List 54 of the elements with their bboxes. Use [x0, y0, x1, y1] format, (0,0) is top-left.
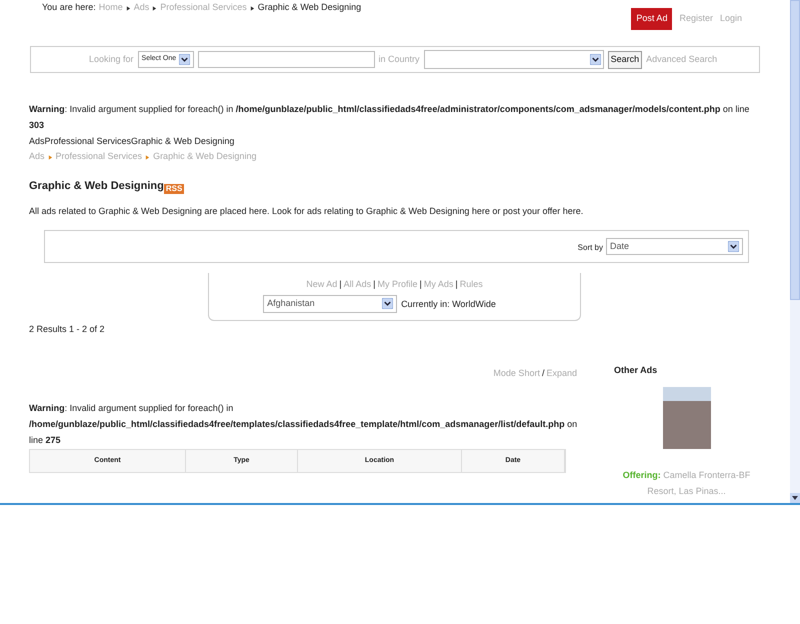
search-button[interactable]: Search — [608, 50, 642, 68]
photo-placeholder[interactable] — [663, 387, 711, 449]
expand-link[interactable]: Expand — [546, 366, 577, 380]
breadcrumb-link[interactable]: Ads — [134, 1, 150, 15]
sort-label: Sort by — [578, 242, 603, 254]
scrollbar-thumb[interactable] — [790, 0, 800, 300]
scrollbar[interactable] — [790, 0, 800, 503]
breadcrumb-link[interactable]: Graphic & Web Designing — [153, 150, 256, 164]
breadcrumb-link[interactable]: Home — [98, 1, 123, 15]
breadcrumb-link[interactable]: Professional Services — [160, 1, 247, 15]
location-select[interactable]: Afghanistan — [263, 294, 398, 312]
link-separator: | — [373, 278, 376, 291]
current-location-text: Currently in: WorldWide — [401, 298, 496, 312]
menu-link[interactable]: My Ads — [424, 278, 454, 292]
separator-arrow-icon — [48, 154, 53, 160]
link-separator: | — [455, 278, 458, 291]
breadcrumb-link[interactable]: Professional Services — [56, 150, 142, 164]
rss-badge[interactable]: RSS — [164, 184, 184, 194]
menu-link[interactable]: All Ads — [344, 278, 372, 292]
mode-short-link[interactable]: Mode Short — [493, 366, 540, 380]
advanced-search-link[interactable]: Advanced Search — [646, 52, 718, 66]
separator-arrow-icon — [126, 6, 131, 10]
link-separator: | — [420, 278, 422, 291]
menu-link[interactable]: New Ad — [306, 278, 338, 292]
menu-link[interactable]: My Profile — [378, 278, 418, 292]
menu-link[interactable]: Rules — [460, 278, 483, 292]
category-description: All ads related to Graphic & Web Designing are placed here. Look for ads relating to Graphic & Web Designing here or post your offer here. — [29, 204, 584, 218]
breadcrumb-label: You are here: — [42, 1, 96, 14]
separator-arrow-icon — [250, 6, 255, 10]
scroll-down-icon[interactable] — [790, 493, 800, 503]
warning-message: Warning: Invalid argument supplied for foreach() in /home/gunblaze/public_html/classifiedads4free/templates/classifiedads4free_template/html/com_adsmanager/list/default.php on line 275 — [29, 402, 578, 447]
dropdown-arrow-icon — [178, 54, 190, 65]
post-ad-button[interactable]: Post Ad — [631, 8, 672, 30]
dropdown-arrow-icon — [728, 241, 739, 252]
link-separator: | — [339, 278, 342, 291]
sort-select[interactable]: Date — [606, 238, 743, 255]
ad-description[interactable]: Offering: Camella Fronterra-BF Resort, Las Pinas... — [614, 467, 759, 499]
link-separator: / — [542, 366, 544, 380]
category-path-text: AdsProfessional ServicesGraphic & Web Designing — [29, 135, 236, 148]
separator-arrow-icon — [145, 154, 150, 160]
separator-arrow-icon — [152, 6, 158, 10]
country-label: in Country — [378, 52, 420, 66]
keyword-field[interactable] — [198, 51, 375, 68]
login-link[interactable]: Login — [720, 12, 742, 26]
country-select[interactable] — [424, 50, 604, 69]
looking-for-label: Looking for — [89, 52, 134, 66]
dropdown-arrow-icon — [382, 298, 394, 309]
warning-message: Warning: Invalid argument supplied for foreach() in /home/gunblaze/public_html/classifiedads4free/administrator/components/com_adsmanager/models/content.php on line 303 — [29, 103, 750, 132]
results-count: 2 Results 1 - 2 of 2 — [29, 323, 106, 336]
register-link[interactable]: Register — [679, 12, 713, 26]
category-title: Graphic & Web Designing — [29, 179, 164, 194]
dropdown-arrow-icon — [590, 54, 601, 65]
breadcrumb-link[interactable]: Ads — [29, 150, 45, 164]
other-ads-title: Other Ads — [614, 364, 658, 376]
